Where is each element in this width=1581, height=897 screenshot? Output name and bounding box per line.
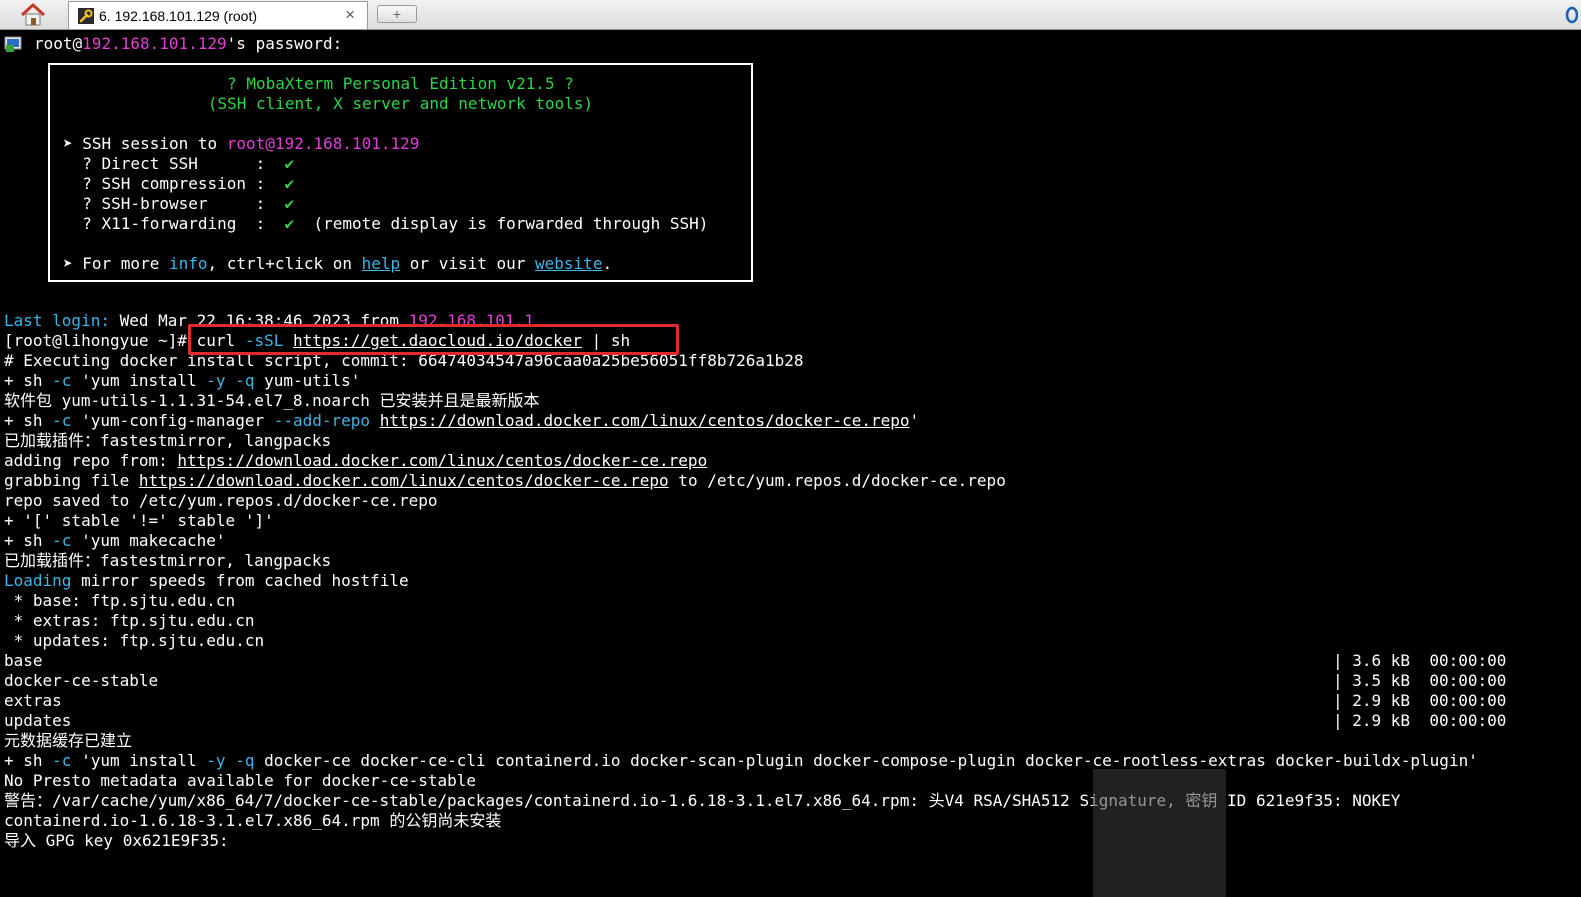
repo-stats: | 3.6 kB 00:00:00 (1333, 651, 1507, 670)
tab-session[interactable]: 6. 192.168.101.129 (root) × (68, 1, 368, 29)
overlay-popup (1093, 769, 1226, 897)
output-line: 导入 GPG key 0x621E9F35: (4, 831, 229, 850)
home-icon (20, 3, 46, 25)
home-button[interactable] (6, 1, 60, 28)
feature-ssh-browser: ? SSH-browser : ✔ (63, 194, 295, 213)
repo-url-link[interactable]: https://download.docker.com/linux/centos… (139, 471, 669, 490)
tab-title: 6. 192.168.101.129 (root) (99, 8, 258, 24)
output-line: 软件包 yum-utils-1.1.31-54.el7_8.noarch 已安装… (4, 391, 540, 410)
output-line: 已加载插件：fastestmirror, langpacks (4, 551, 332, 570)
welcome-banner: ? MobaXterm Personal Edition v21.5 ? (SS… (48, 63, 753, 282)
feature-direct-ssh: ? Direct SSH : ✔ (63, 154, 295, 173)
output-line: * updates: ftp.sjtu.edu.cn (4, 631, 265, 650)
session-target: root@192.168.101.129 (226, 134, 420, 153)
check-icon: ✔ (284, 154, 295, 173)
info-link[interactable]: info (169, 254, 208, 273)
website-link[interactable]: website (535, 254, 602, 273)
output-line: + sh -c 'yum install -y -q docker-ce doc… (4, 751, 1478, 770)
highlight-box (188, 324, 679, 355)
repo-name: updates (4, 711, 72, 730)
wrench-icon (78, 8, 94, 24)
repo-name: docker-ce-stable (4, 671, 159, 690)
host-address: 192.168.101.129 (82, 34, 227, 53)
output-line: + sh -c 'yum install -y -q yum-utils' (4, 371, 361, 390)
banner-subtitle: (SSH client, X server and network tools) (207, 94, 594, 113)
mobaxterm-logo-icon (1565, 6, 1578, 24)
output-line: 元数据缓存已建立 (4, 731, 133, 750)
help-link[interactable]: help (362, 254, 401, 273)
repo-name: extras (4, 691, 62, 710)
check-icon: ✔ (284, 214, 295, 233)
repo-stats: | 2.9 kB 00:00:00 (1333, 691, 1507, 710)
feature-ssh-compression: ? SSH compression : ✔ (63, 174, 295, 193)
output-line: 已加载插件：fastestmirror, langpacks (4, 431, 332, 450)
close-icon[interactable]: × (345, 5, 355, 25)
shell-prompt: [root@lihongyue ~]# (4, 331, 197, 350)
new-tab-button[interactable]: + (377, 5, 417, 23)
output-line: Loading mirror speeds from cached hostfi… (4, 571, 409, 590)
check-icon: ✔ (284, 174, 295, 193)
repo-url-link[interactable]: https://download.docker.com/linux/centos… (177, 451, 707, 470)
ssh-session-icon (4, 36, 22, 52)
output-line: No Presto metadata available for docker-… (4, 771, 477, 790)
banner-more-info: ➤ For more info, ctrl+click on help or v… (63, 254, 613, 273)
output-line: grabbing file https://download.docker.co… (4, 471, 1006, 490)
repo-stats: | 2.9 kB 00:00:00 (1333, 711, 1507, 730)
output-line: + '[' stable '!=' stable ']' (4, 511, 274, 530)
banner-title: ? MobaXterm Personal Edition v21.5 ? (227, 74, 574, 93)
output-line: adding repo from: https://download.docke… (4, 451, 708, 470)
repo-url-link[interactable]: https://download.docker.com/linux/centos… (380, 411, 910, 430)
feature-x11-forwarding: ? X11-forwarding : ✔ (remote display is … (63, 214, 709, 233)
repo-stats: | 3.5 kB 00:00:00 (1333, 671, 1507, 690)
output-line: * extras: ftp.sjtu.edu.cn (4, 611, 255, 630)
plus-icon: + (392, 6, 402, 22)
password-prompt: root@192.168.101.129's password: (34, 34, 343, 53)
output-line: + sh -c 'yum-config-manager --add-repo h… (4, 411, 920, 430)
banner-session-line: ➤ SSH session to root@192.168.101.129 (63, 134, 420, 153)
output-line: containerd.io-1.6.18-3.1.el7.x86_64.rpm … (4, 811, 502, 830)
tab-bar: 6. 192.168.101.129 (root) × + (0, 0, 1581, 30)
check-icon: ✔ (284, 194, 295, 213)
terminal[interactable]: root@192.168.101.129's password: ? MobaX… (0, 30, 1581, 897)
repo-name: base (4, 651, 43, 670)
output-line: * base: ftp.sjtu.edu.cn (4, 591, 236, 610)
output-line: repo saved to /etc/yum.repos.d/docker-ce… (4, 491, 438, 510)
output-line: + sh -c 'yum makecache' (4, 531, 226, 550)
